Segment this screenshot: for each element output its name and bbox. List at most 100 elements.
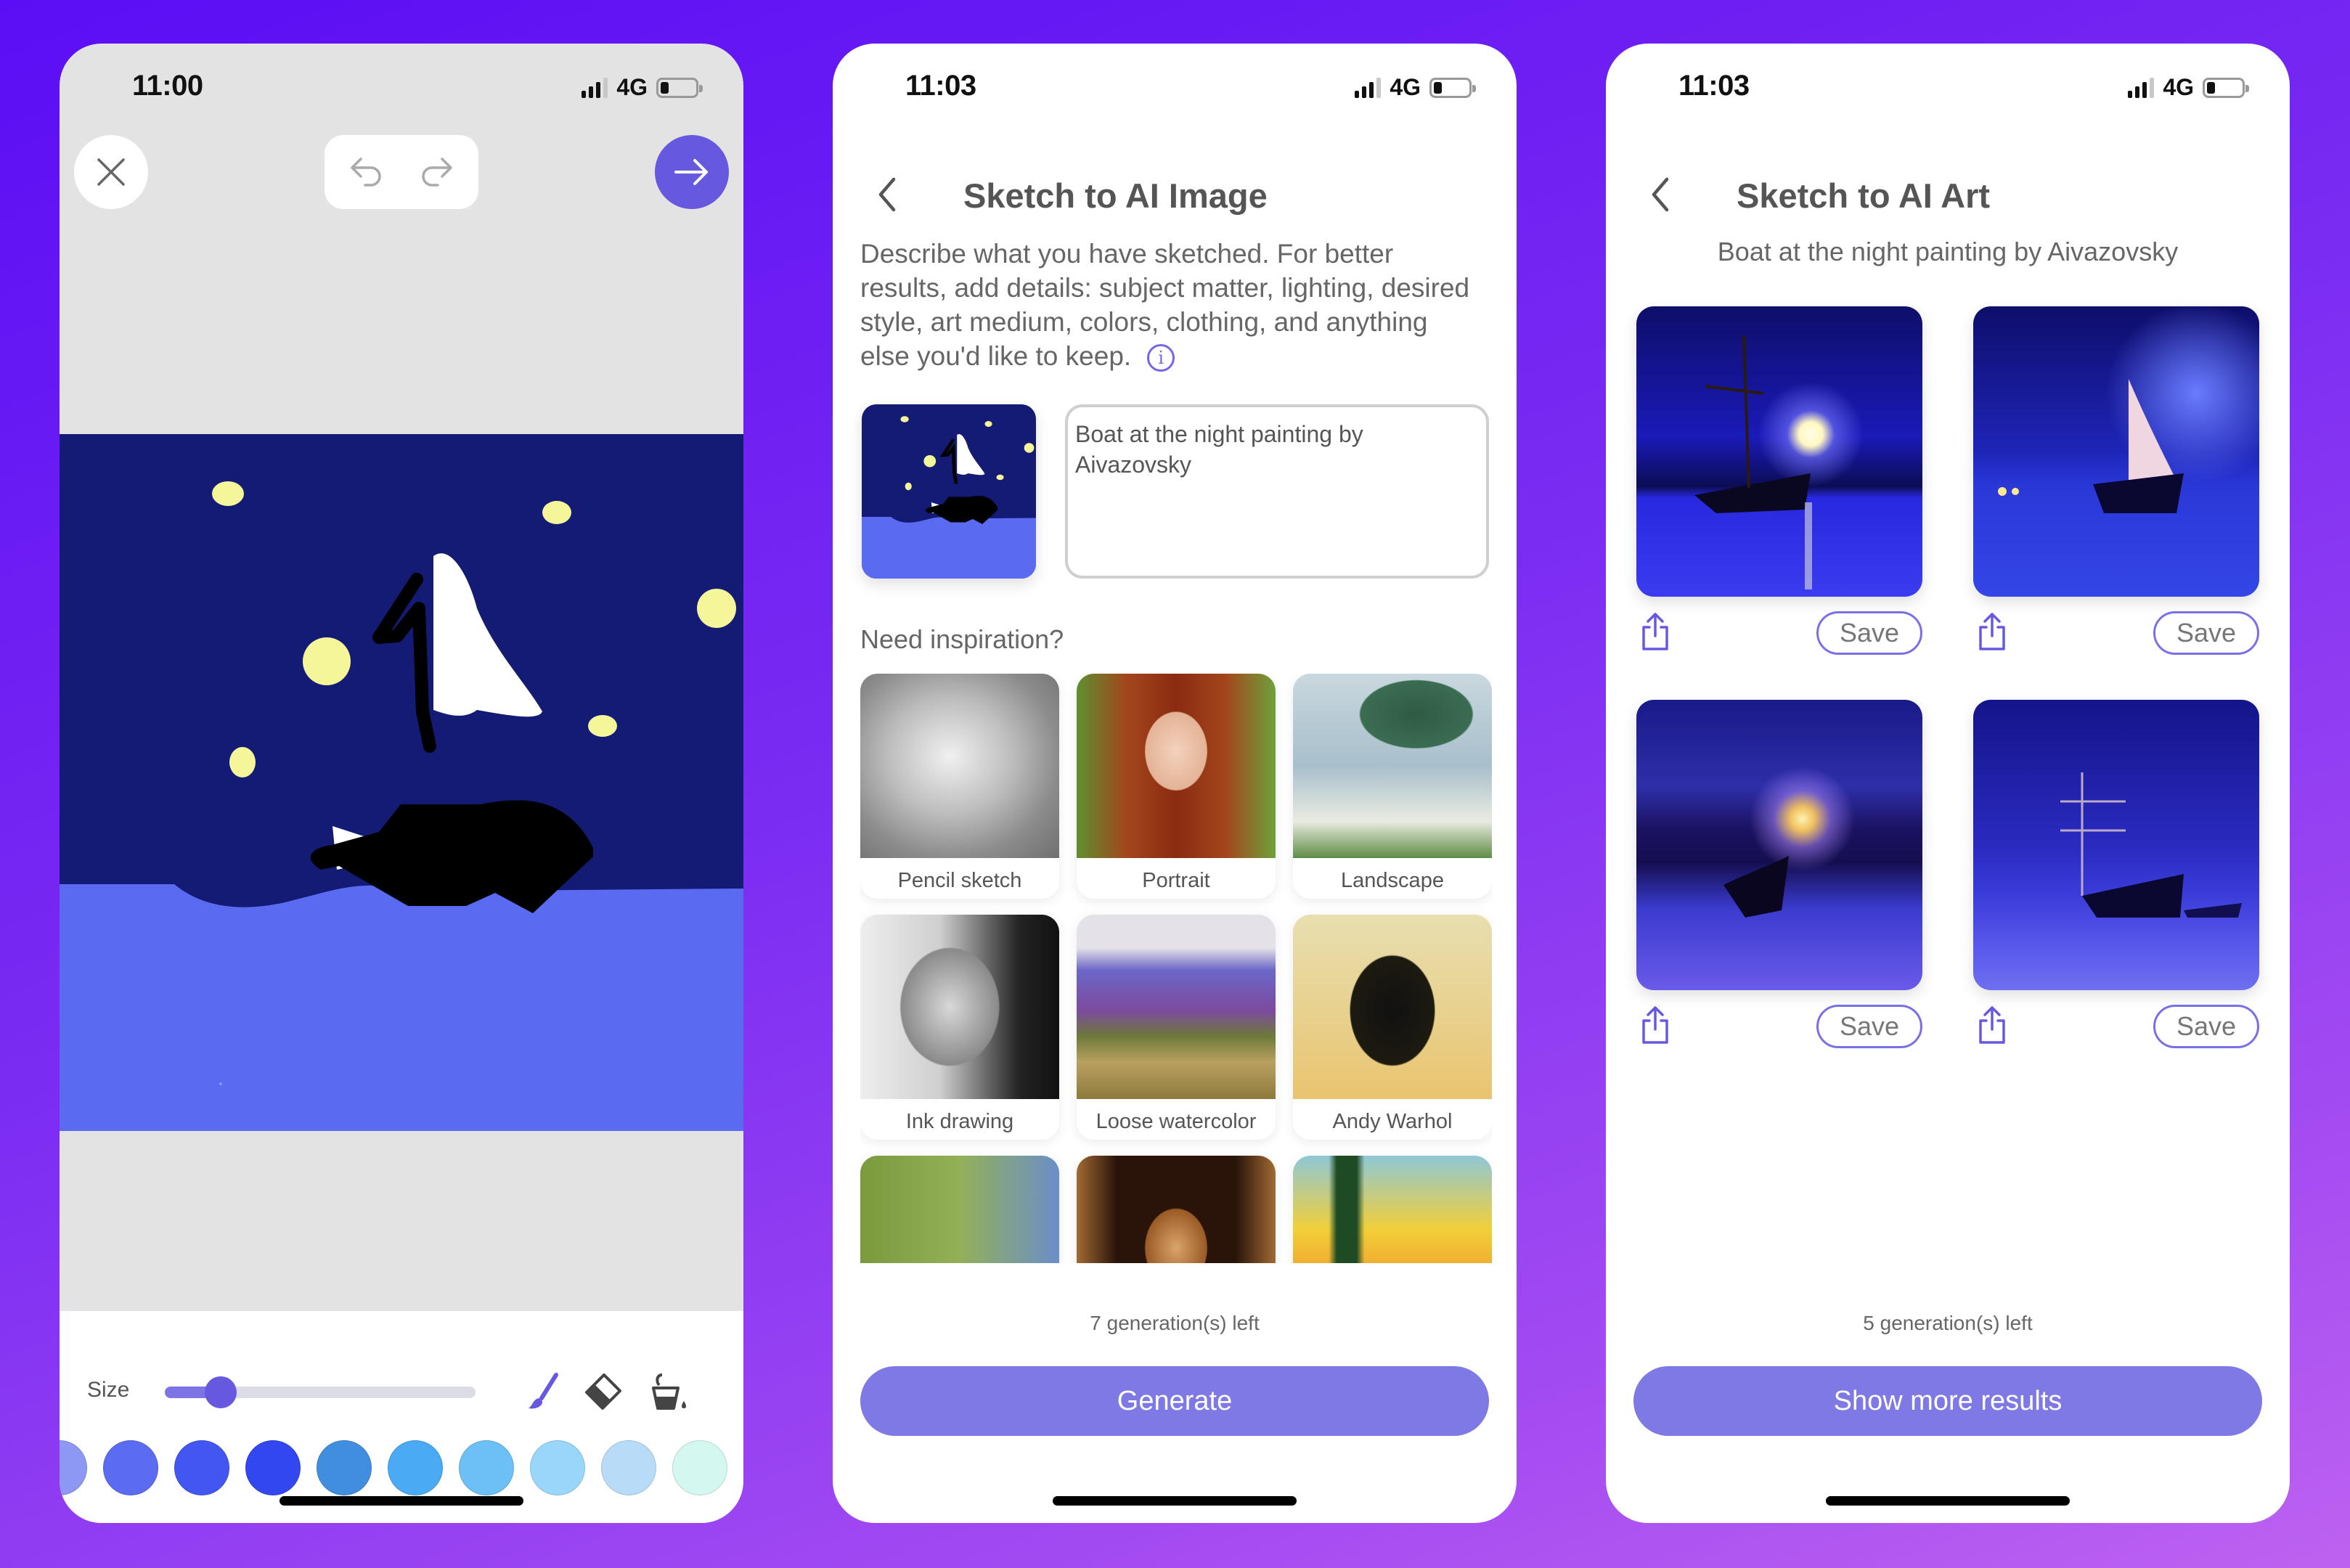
- result-image[interactable]: [1636, 700, 1922, 990]
- slider-thumb[interactable]: [205, 1376, 237, 1408]
- status-bar: 11:03 4G: [1606, 44, 2290, 138]
- battery-icon: [1429, 77, 1476, 98]
- style-thumbnail: [860, 674, 1059, 858]
- network-label: 4G: [616, 74, 648, 100]
- share-button[interactable]: [1639, 611, 1671, 652]
- chevron-left-icon: [1652, 177, 1669, 212]
- color-swatch[interactable]: [60, 1440, 87, 1495]
- color-swatch[interactable]: [317, 1440, 372, 1495]
- style-card-loose-watercolor[interactable]: Loose watercolor: [1077, 915, 1276, 1140]
- drawing-canvas[interactable]: [60, 434, 743, 1131]
- battery-icon: [656, 77, 703, 98]
- ship-silhouette: [1694, 335, 1812, 589]
- color-swatch[interactable]: [459, 1440, 514, 1495]
- prompt-screen: 11:03 4G Sketch to AI Image Describe wha…: [833, 44, 1517, 1523]
- eraser-tool-button[interactable]: [581, 1371, 624, 1414]
- redo-button[interactable]: [415, 150, 458, 194]
- style-card-andy-warhol[interactable]: Andy Warhol: [1293, 915, 1492, 1140]
- inspiration-label: Need inspiration?: [860, 624, 1064, 654]
- share-icon: [1979, 1006, 2005, 1044]
- share-button[interactable]: [1976, 611, 2008, 652]
- style-card-landscape[interactable]: Landscape: [1293, 674, 1492, 899]
- close-button[interactable]: [74, 135, 148, 209]
- home-indicator: [280, 1496, 523, 1506]
- chevron-left-icon: [878, 177, 896, 212]
- prompt-caption: Boat at the night painting by Aivazovsky: [1717, 237, 2179, 266]
- home-indicator: [1053, 1496, 1297, 1506]
- instructions: Describe what you have sketched. For bet…: [860, 237, 1473, 373]
- share-button[interactable]: [1639, 1005, 1671, 1045]
- color-swatch[interactable]: [601, 1440, 656, 1495]
- color-swatch[interactable]: [103, 1440, 158, 1495]
- result-image[interactable]: [1636, 306, 1922, 597]
- color-swatch[interactable]: [388, 1440, 443, 1495]
- ship-silhouette: [2060, 772, 2242, 918]
- close-icon: [97, 158, 125, 186]
- save-button[interactable]: Save: [1816, 1005, 1922, 1048]
- style-thumbnail: [1293, 915, 1492, 1099]
- color-swatch[interactable]: [174, 1440, 229, 1495]
- style-label: Loose watercolor: [1096, 1110, 1257, 1133]
- prompt-input[interactable]: [1065, 404, 1489, 579]
- share-icon: [1979, 613, 2005, 650]
- share-button[interactable]: [1976, 1005, 2008, 1045]
- style-card-van-gogh[interactable]: [1293, 1156, 1492, 1269]
- fill-bucket-icon: [652, 1373, 686, 1410]
- style-thumbnail: [1077, 1156, 1276, 1269]
- info-icon[interactable]: i: [1147, 344, 1175, 372]
- style-label: Portrait: [1142, 869, 1210, 892]
- undo-button[interactable]: [345, 150, 388, 194]
- generations-left: 5 generation(s) left: [1863, 1312, 2033, 1334]
- brush-toolbar: Size: [60, 1311, 743, 1523]
- brush-tool-button[interactable]: [521, 1371, 565, 1414]
- star: [212, 481, 244, 506]
- style-thumbnail: [1293, 1156, 1492, 1269]
- save-button[interactable]: Save: [2153, 611, 2259, 655]
- style-card-ink-drawing[interactable]: Ink drawing: [860, 915, 1059, 1140]
- signal-icon: [2128, 77, 2155, 98]
- save-button[interactable]: Save: [2153, 1005, 2259, 1048]
- ship-silhouette: [1998, 379, 2184, 513]
- brush-size-slider[interactable]: [165, 1376, 476, 1408]
- show-more-button[interactable]: Show more results: [1633, 1366, 2262, 1436]
- back-button[interactable]: [869, 173, 905, 216]
- page-title: Sketch to AI Image: [963, 176, 1268, 215]
- battery-icon: [2203, 77, 2249, 98]
- next-button[interactable]: [655, 135, 729, 209]
- redo-icon: [422, 158, 452, 187]
- result-image[interactable]: [1973, 700, 2259, 990]
- style-thumbnail: [1293, 674, 1492, 858]
- color-swatch[interactable]: [672, 1440, 727, 1495]
- size-label: Size: [87, 1378, 130, 1402]
- fill-tool-button[interactable]: [648, 1371, 691, 1414]
- style-card-portrait[interactable]: Portrait: [1077, 674, 1276, 899]
- color-palette: [60, 1440, 727, 1495]
- result-card: Save: [1973, 306, 2259, 662]
- undo-redo-group: [325, 135, 478, 209]
- style-card-pencil-sketch[interactable]: Pencil sketch: [860, 674, 1059, 899]
- sketch-thumbnail[interactable]: [862, 404, 1036, 579]
- generations-left: 7 generation(s) left: [1090, 1312, 1260, 1334]
- result-image[interactable]: [1973, 306, 2259, 597]
- undo-icon: [351, 158, 381, 187]
- save-button[interactable]: Save: [1816, 611, 1922, 655]
- network-label: 4G: [1390, 74, 1421, 100]
- moon: [303, 637, 351, 685]
- status-time: 11:00: [132, 70, 203, 102]
- page-title: Sketch to AI Art: [1737, 176, 1991, 215]
- style-thumbnail: [860, 915, 1059, 1099]
- style-thumbnail: [860, 1156, 1059, 1269]
- style-label: Ink drawing: [905, 1110, 1014, 1133]
- color-swatch[interactable]: [245, 1440, 301, 1495]
- arrow-right-icon: [674, 159, 708, 185]
- generate-button[interactable]: Generate: [860, 1366, 1489, 1436]
- style-label: Andy Warhol: [1332, 1110, 1453, 1133]
- result-card: Save: [1636, 700, 1922, 1055]
- style-card-impressionist[interactable]: [860, 1156, 1059, 1269]
- back-button[interactable]: [1642, 173, 1678, 216]
- color-swatch[interactable]: [530, 1440, 585, 1495]
- signal-icon: [1355, 77, 1382, 98]
- style-label: Landscape: [1341, 869, 1444, 892]
- style-card-renaissance[interactable]: [1077, 1156, 1276, 1269]
- signal-icon: [582, 77, 608, 98]
